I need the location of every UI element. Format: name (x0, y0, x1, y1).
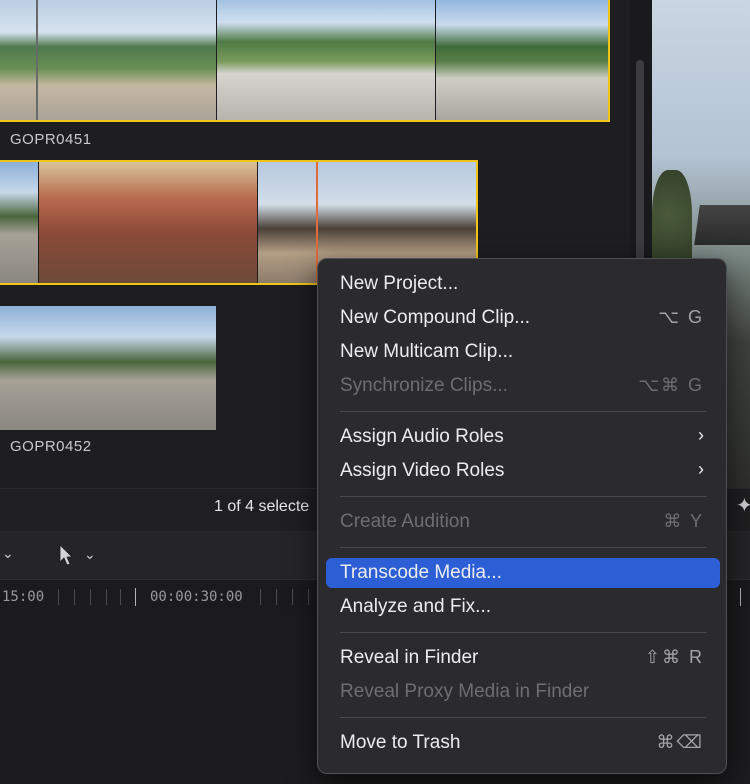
selection-count: 1 of 4 selecte (214, 498, 310, 515)
menu-item-label: Assign Audio Roles (340, 426, 504, 447)
menu-item-label: Transcode Media... (340, 562, 502, 583)
menu-item-shortcut: ⌘⌫ (656, 732, 704, 752)
clip-thumbnail (0, 306, 216, 430)
menu-item-shortcut: ⌥ G (658, 307, 704, 327)
clip-thumbnail (436, 0, 608, 120)
menu-item-label: Synchronize Clips... (340, 375, 508, 396)
menu-item-new-compound-clip[interactable]: New Compound Clip... ⌥ G (326, 303, 720, 333)
clip-thumbnail (0, 162, 38, 283)
ruler-tick (58, 589, 59, 605)
clip-label: GOPR0451 (10, 131, 92, 148)
clip-thumbnail (0, 0, 216, 120)
arrow-tool-icon[interactable] (58, 544, 74, 566)
menu-item-new-multicam-clip[interactable]: New Multicam Clip... (326, 337, 720, 367)
menu-item-assign-video-roles[interactable]: Assign Video Roles › (326, 456, 720, 486)
ruler-tick-major (740, 588, 741, 606)
menu-item-move-to-trash[interactable]: Move to Trash ⌘⌫ (326, 728, 720, 758)
chevron-right-icon: › (698, 425, 704, 445)
menu-item-synchronize-clips: Synchronize Clips... ⌥⌘ G (326, 371, 720, 401)
menu-item-label: Assign Video Roles (340, 460, 505, 481)
ruler-tick (308, 589, 309, 605)
menu-item-create-audition: Create Audition ⌘ Y (326, 507, 720, 537)
clip-thumbnail (217, 0, 435, 120)
chevron-right-icon: › (698, 459, 704, 479)
clip-filmstrip[interactable] (0, 306, 216, 430)
menu-item-label: Reveal Proxy Media in Finder (340, 681, 590, 702)
chevron-down-icon[interactable]: ⌄ (2, 545, 14, 562)
menu-item-reveal-proxy-media: Reveal Proxy Media in Finder (326, 677, 720, 707)
ruler-tick (90, 589, 91, 605)
menu-separator (340, 411, 706, 412)
ruler-tick (276, 589, 277, 605)
clip-thumbnail (39, 162, 257, 283)
ruler-tick (292, 589, 293, 605)
menu-item-label: New Multicam Clip... (340, 341, 514, 362)
context-menu: New Project... New Compound Clip... ⌥ G … (317, 258, 727, 774)
menu-separator (340, 632, 706, 633)
ruler-tick (106, 589, 107, 605)
ruler-tick-major (135, 588, 136, 606)
menu-separator (340, 496, 706, 497)
menu-item-analyze-and-fix[interactable]: Analyze and Fix... (326, 592, 720, 622)
menu-item-label: Analyze and Fix... (340, 596, 492, 617)
menu-item-shortcut: ⌥⌘ G (638, 375, 704, 395)
timecode-label: 15:00 (2, 589, 45, 605)
menu-item-label: New Compound Clip... (340, 307, 531, 328)
ruler-tick (260, 589, 261, 605)
menu-item-label: New Project... (340, 273, 459, 294)
menu-separator (340, 547, 706, 548)
sparkle-icon[interactable]: ✦ (736, 493, 750, 518)
ruler-tick (74, 589, 75, 605)
menu-item-transcode-media[interactable]: Transcode Media... (326, 558, 720, 588)
ruler-tick (120, 589, 121, 605)
timecode-label: 00:00:30:00 (150, 589, 243, 605)
menu-item-label: Move to Trash (340, 732, 461, 753)
menu-item-assign-audio-roles[interactable]: Assign Audio Roles › (326, 422, 720, 452)
clip-filmstrip[interactable] (0, 0, 608, 120)
browser-scroll-thumb[interactable] (636, 60, 644, 260)
menu-separator (340, 717, 706, 718)
viewer-image-roof (694, 205, 750, 245)
menu-item-shortcut: ⇧⌘ R (644, 647, 704, 667)
chevron-down-icon[interactable]: ⌄ (84, 546, 96, 563)
menu-item-reveal-in-finder[interactable]: Reveal in Finder ⇧⌘ R (326, 643, 720, 673)
clip-label: GOPR0452 (10, 438, 92, 455)
skimmer-line (36, 0, 38, 120)
menu-item-label: Reveal in Finder (340, 647, 479, 668)
menu-item-new-project[interactable]: New Project... (326, 269, 720, 299)
menu-item-label: Create Audition (340, 511, 470, 532)
menu-item-shortcut: ⌘ Y (663, 511, 704, 531)
